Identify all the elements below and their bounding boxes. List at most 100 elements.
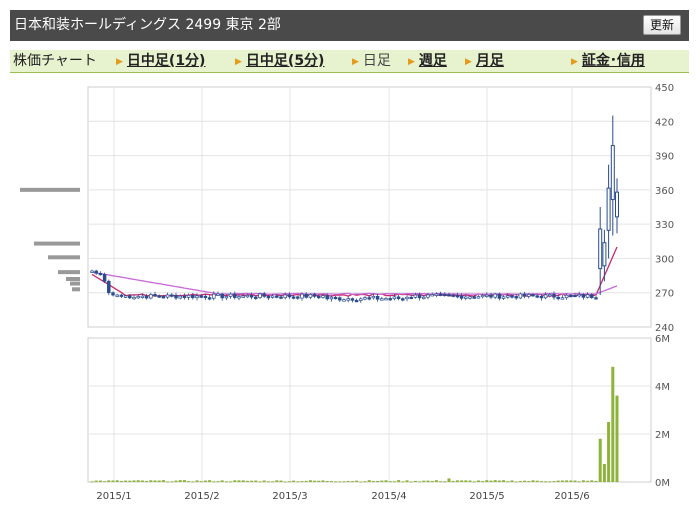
volume-bar — [182, 480, 186, 482]
candle-body — [447, 294, 451, 297]
volume-bar — [586, 480, 590, 482]
volume-bar — [313, 480, 317, 482]
volume-bar — [371, 481, 375, 483]
volume-bar — [296, 481, 300, 483]
volume-bar — [170, 481, 174, 483]
volume-bar — [573, 480, 577, 482]
volume-bar — [594, 480, 598, 482]
x-tick-label: 2015/1 — [96, 491, 131, 502]
price-profile-bar — [72, 287, 80, 292]
volume-bar — [128, 480, 132, 482]
volume-bar — [401, 481, 405, 483]
candle-body — [170, 294, 174, 297]
candle-body — [510, 295, 514, 298]
volume-bar — [472, 481, 476, 483]
candle-body — [472, 296, 476, 299]
candle-body — [518, 293, 523, 299]
candle-body — [182, 295, 187, 298]
volume-bar — [262, 480, 266, 482]
candle-body — [548, 293, 552, 297]
candle-body — [119, 294, 124, 297]
volume-bar — [317, 480, 321, 482]
x-tick-label: 2015/2 — [184, 491, 219, 502]
volume-bar — [598, 438, 602, 482]
candle-body — [354, 299, 359, 303]
volume-bar — [98, 480, 102, 482]
price-y-tick: 270 — [655, 289, 674, 300]
candle-body — [308, 294, 313, 298]
volume-bar — [199, 481, 203, 483]
volume-bar — [523, 480, 527, 482]
volume-bar — [350, 481, 354, 483]
candle-body — [464, 296, 468, 299]
volume-bar — [556, 480, 560, 482]
candle-body — [237, 296, 241, 299]
candle-body — [417, 294, 422, 299]
volume-y-tick: 4M — [655, 382, 670, 393]
candle-body — [430, 294, 434, 297]
volume-bar — [380, 480, 384, 482]
candle-body — [165, 294, 170, 298]
candle-body — [392, 296, 397, 300]
x-tick-label: 2015/6 — [554, 491, 589, 502]
candle-body — [342, 299, 346, 302]
candle-body — [455, 295, 460, 298]
candle-body — [581, 294, 586, 298]
candle-body — [249, 295, 254, 298]
candle-body — [459, 295, 464, 299]
volume-bar — [493, 480, 497, 482]
candle-body — [266, 296, 271, 299]
candle-body — [610, 145, 615, 201]
volume-bar — [136, 480, 140, 482]
candle-body — [228, 293, 233, 297]
volume-bar — [187, 481, 191, 483]
candle-body — [329, 296, 334, 300]
candle-body — [396, 296, 401, 300]
volume-bar — [355, 480, 359, 482]
volume-bar — [502, 480, 506, 482]
candle-body — [287, 294, 292, 298]
volume-bar — [514, 481, 518, 483]
volume-bar — [178, 480, 182, 482]
volume-bar — [241, 480, 245, 482]
volume-bar — [439, 481, 443, 483]
volume-bar — [476, 480, 480, 482]
candle-body — [384, 298, 388, 301]
candle-body — [497, 293, 502, 299]
candle-body — [161, 296, 166, 299]
volume-bar — [497, 480, 501, 482]
volume-bar — [115, 480, 119, 482]
candle-body — [606, 187, 611, 231]
candle-body — [325, 295, 329, 300]
candle-body — [333, 296, 338, 300]
price-y-tick: 390 — [655, 152, 674, 163]
candle-body — [317, 295, 321, 299]
candle-body — [468, 296, 472, 299]
volume-bar — [208, 480, 212, 482]
candle-body — [489, 294, 493, 298]
volume-bar — [577, 481, 581, 483]
volume-bar — [434, 480, 438, 482]
candle-body — [501, 296, 506, 299]
volume-bar — [254, 480, 258, 482]
volume-bar — [413, 480, 417, 482]
volume-bar — [153, 480, 157, 482]
price-profile-bar — [48, 255, 80, 260]
volume-bar — [300, 481, 304, 483]
candle-body — [203, 295, 208, 299]
candle-body — [254, 296, 258, 299]
volume-bar — [157, 480, 161, 482]
volume-bar — [376, 480, 380, 482]
volume-y-tick: 0M — [655, 478, 670, 489]
volume-bar — [531, 480, 535, 482]
volume-bar — [111, 480, 115, 482]
volume-bar — [565, 480, 569, 482]
candle-body — [136, 296, 140, 299]
volume-bar — [342, 481, 346, 483]
candle-body — [220, 293, 224, 299]
candle-body — [279, 296, 283, 299]
x-tick-labels: 2015/1 2015/2 2015/3 2015/4 2015/5 2015/6 — [96, 491, 589, 502]
candle-body — [98, 272, 103, 276]
volume-bar — [103, 481, 107, 483]
candle-body — [207, 297, 212, 300]
